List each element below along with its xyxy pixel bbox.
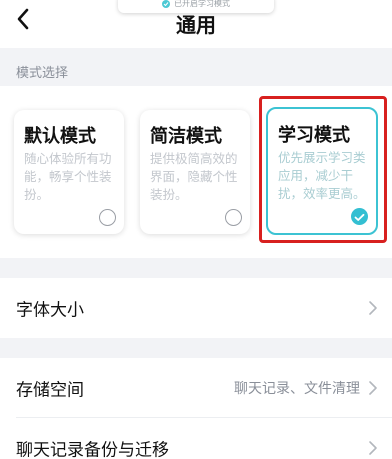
mode-card-title: 简洁模式 [150,126,222,147]
section-label-mode: 模式选择 [16,66,69,81]
row-label: 聊天记录备份与迁移 [16,440,169,459]
toast-text: 已开启学习模式 [174,0,230,8]
radio-checked[interactable] [351,208,368,225]
radio-unchecked[interactable] [225,209,242,226]
mode-selection-panel: 默认模式 随心体验所有功能，畅享个性装扮。 简洁模式 提供极简高效的界面，隐藏个… [0,86,392,258]
check-icon [162,0,170,8]
mode-card-description: 随心体验所有功能，畅享个性装扮。 [24,151,112,202]
radio-unchecked[interactable] [99,209,116,226]
check-icon [354,207,365,226]
chevron-right-icon [368,440,378,456]
row-label: 存储空间 [16,380,84,401]
page-title: 通用 [176,13,216,37]
mode-card-default[interactable]: 默认模式 随心体验所有功能，畅享个性装扮。 [14,110,124,234]
mode-card-title: 学习模式 [278,125,350,146]
row-font-size[interactable]: 字体大小 [0,278,392,338]
row-chat-backup[interactable]: 聊天记录备份与迁移 [0,418,392,459]
chevron-right-icon [368,300,378,316]
chevron-right-icon [368,380,378,396]
header-bar: 已开启学习模式 通用 [0,0,392,48]
row-value: 聊天记录、文件清理 [234,381,360,397]
general-settings-page: 已开启学习模式 通用 模式选择 默认模式 随心体验所有功能，畅享个性装扮。 简洁… [0,0,392,459]
mode-card-study[interactable]: 学习模式 优先展示学习类应用，减少干扰，效率更高。 [266,107,378,235]
mode-card-simple[interactable]: 简洁模式 提供极简高效的界面，隐藏个性装扮。 [140,110,250,234]
mode-card-title: 默认模式 [24,126,96,147]
mode-card-description: 优先展示学习类应用，减少干扰，效率更高。 [278,150,366,201]
row-storage[interactable]: 存储空间 聊天记录、文件清理 [0,358,392,418]
mode-card-description: 提供极简高效的界面，隐藏个性装扮。 [150,151,238,202]
row-label: 字体大小 [16,300,84,321]
